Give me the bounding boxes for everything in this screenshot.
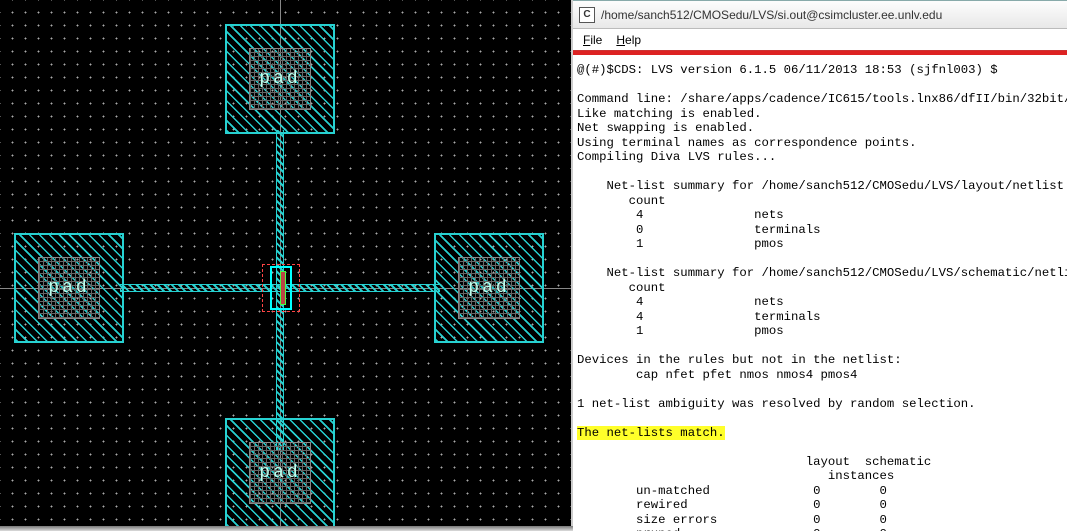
line: 4 terminals [577, 310, 821, 324]
line: count [577, 281, 666, 295]
pad-label: pad [249, 48, 311, 110]
titlebar[interactable]: C /home/sanch512/CMOSedu/LVS/si.out@csim… [573, 1, 1067, 29]
line: @(#)$CDS: LVS version 6.1.5 06/11/2013 1… [577, 63, 998, 77]
line: rewired 0 0 [577, 498, 887, 512]
line: 0 terminals [577, 223, 821, 237]
line: Net-list summary for /home/sanch512/CMOS… [577, 266, 1067, 280]
line: 1 pmos [577, 324, 784, 338]
line: instances [577, 469, 894, 483]
transistor-device[interactable] [270, 266, 292, 310]
line: Net-list summary for /home/sanch512/CMOS… [577, 179, 1064, 193]
line: Command line: /share/apps/cadence/IC615/… [577, 92, 1067, 106]
line: pruned 0 0 [577, 527, 887, 531]
line: size errors 0 0 [577, 513, 887, 527]
line: 1 net-list ambiguity was resolved by ran… [577, 397, 975, 411]
pad-label: pad [458, 257, 520, 319]
poly-stripe [280, 271, 286, 305]
scrollbar-horizontal[interactable] [0, 526, 573, 531]
window-title: /home/sanch512/CMOSedu/LVS/si.out@csimcl… [601, 8, 942, 22]
match-highlight: The net-lists match. [577, 426, 725, 441]
line: count [577, 194, 666, 208]
pad-top[interactable]: pad [225, 24, 335, 134]
layout-editor[interactable]: pad pad pad pad [0, 0, 573, 531]
line: Net swapping is enabled. [577, 121, 754, 135]
line: 1 pmos [577, 237, 784, 251]
pad-right[interactable]: pad [434, 233, 544, 343]
line: un-matched 0 0 [577, 484, 887, 498]
line: Devices in the rules but not in the netl… [577, 353, 902, 367]
pad-left[interactable]: pad [14, 233, 124, 343]
line: Using terminal names as correspondence p… [577, 136, 916, 150]
scrollbar-vertical[interactable] [571, 0, 573, 526]
line: cap nfet pfet nmos nmos4 pmos4 [577, 368, 857, 382]
terminal-output[interactable]: @(#)$CDS: LVS version 6.1.5 06/11/2013 1… [573, 55, 1067, 531]
line: Like matching is enabled. [577, 107, 761, 121]
line: layout schematic [577, 455, 931, 469]
menu-help[interactable]: Help [616, 33, 641, 47]
pad-label: pad [249, 442, 311, 504]
app-icon: C [579, 7, 595, 23]
line: Compiling Diva LVS rules... [577, 150, 776, 164]
pad-bottom[interactable]: pad [225, 418, 335, 528]
line: 4 nets [577, 208, 784, 222]
line: 4 nets [577, 295, 784, 309]
pad-label: pad [38, 257, 100, 319]
lvs-output-window: C /home/sanch512/CMOSedu/LVS/si.out@csim… [573, 0, 1067, 531]
menubar: File Help [573, 29, 1067, 51]
menu-file[interactable]: File [583, 33, 602, 47]
